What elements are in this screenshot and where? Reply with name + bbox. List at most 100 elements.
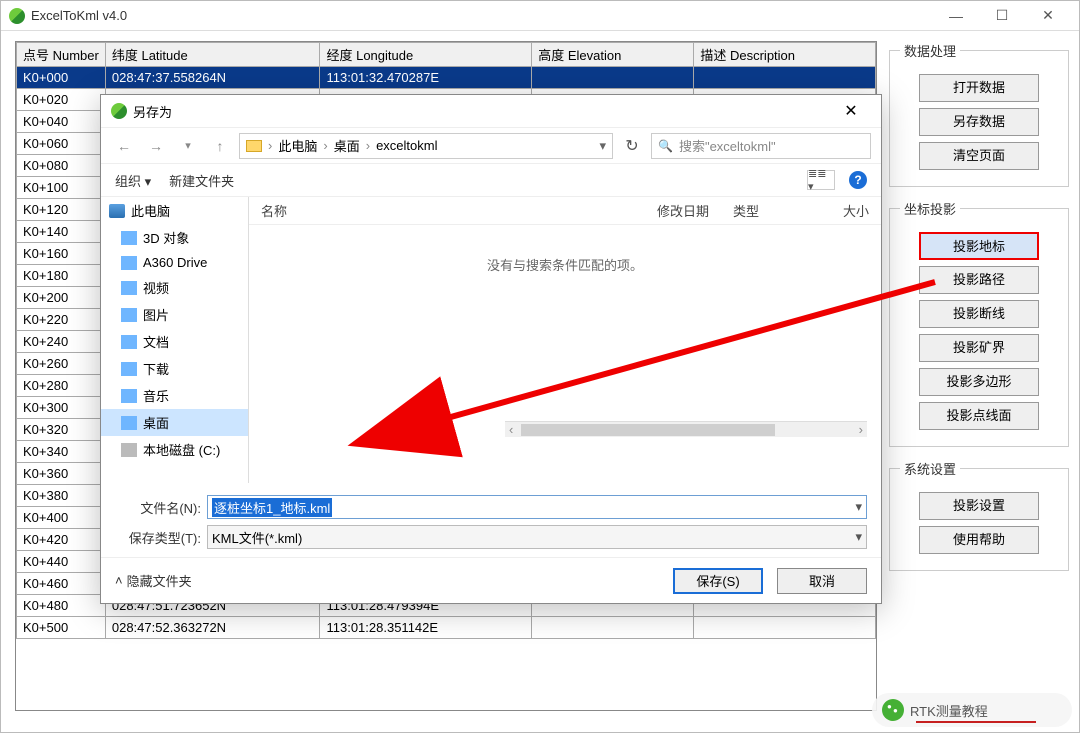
folder-icon	[246, 140, 262, 152]
col-number[interactable]: 点号 Number	[17, 43, 106, 67]
app-logo-icon	[9, 8, 25, 24]
col-longitude[interactable]: 经度 Longitude	[320, 43, 532, 67]
dialog-logo-icon	[111, 103, 127, 119]
chevron-down-icon[interactable]: ▾	[599, 138, 606, 154]
tree-item[interactable]: 图片	[101, 301, 248, 328]
organize-menu[interactable]: 组织 ▾	[115, 171, 151, 190]
nav-forward-button[interactable]: →	[143, 133, 169, 159]
col-latitude[interactable]: 纬度 Latitude	[105, 43, 320, 67]
tree-item[interactable]: 视频	[101, 274, 248, 301]
tree-item[interactable]: A360 Drive	[101, 251, 248, 274]
filename-label: 文件名(N):	[115, 498, 201, 517]
pc-icon	[109, 204, 125, 218]
dialog-nav: ← → ▾ ↑ › 此电脑 › 桌面 › exceltokml ▾ ↻ 🔍 搜索…	[101, 127, 881, 163]
col-description[interactable]: 描述 Description	[694, 43, 876, 67]
cancel-button[interactable]: 取消	[777, 568, 867, 594]
table-row[interactable]: K0+500028:47:52.363272N113:01:28.351142E	[17, 617, 876, 639]
open-data-button[interactable]: 打开数据	[919, 74, 1039, 102]
wechat-text: RTK测量教程	[910, 701, 988, 720]
window-maximize-button[interactable]: ☐	[979, 1, 1025, 31]
projection-settings-button[interactable]: 投影设置	[919, 492, 1039, 520]
filetype-select[interactable]: KML文件(*.kml) ▾	[207, 525, 867, 549]
underline-decoration	[916, 721, 1036, 723]
search-placeholder: 搜索"exceltokml"	[679, 136, 776, 155]
save-button[interactable]: 保存(S)	[673, 568, 763, 594]
hide-folders-toggle[interactable]: ˄ 隐藏文件夹	[115, 571, 192, 590]
view-mode-button[interactable]: ≣≣ ▾	[807, 170, 835, 190]
folder-tree[interactable]: 此电脑 3D 对象A360 Drive视频图片文档下载音乐桌面本地磁盘 (C:)	[101, 197, 249, 483]
folder-icon	[121, 335, 137, 349]
refresh-button[interactable]: ↻	[619, 133, 645, 159]
search-input[interactable]: 🔍 搜索"exceltokml"	[651, 133, 871, 159]
scroll-right-icon[interactable]: ›	[855, 422, 867, 437]
horizontal-scrollbar[interactable]: ‹›	[505, 421, 867, 437]
group-system: 系统设置 投影设置 使用帮助	[889, 459, 1069, 571]
dialog-titlebar: 另存为 ✕	[101, 95, 881, 127]
chevron-right-icon: ›	[323, 138, 327, 153]
folder-icon	[121, 362, 137, 376]
file-list-header: 名称 修改日期 类型 大小	[249, 197, 881, 225]
app-title: ExcelToKml v4.0	[31, 8, 933, 23]
dialog-fields: 文件名(N): 逐桩坐标1_地标.kml ▾ 保存类型(T): KML文件(*.…	[101, 483, 881, 557]
chevron-down-icon[interactable]: ▾	[855, 529, 862, 545]
project-multigeom-button[interactable]: 投影点线面	[919, 402, 1039, 430]
group-data-title: 数据处理	[900, 41, 960, 60]
scroll-thumb[interactable]	[521, 424, 774, 436]
tree-item[interactable]: 3D 对象	[101, 224, 248, 251]
search-icon: 🔍	[658, 139, 673, 153]
dialog-close-button[interactable]: ✕	[831, 96, 871, 126]
empty-message: 没有与搜索条件匹配的项。	[249, 255, 881, 274]
scroll-left-icon[interactable]: ‹	[505, 422, 517, 437]
tree-item[interactable]: 下载	[101, 355, 248, 382]
chevron-right-icon: ›	[268, 138, 272, 153]
save-data-button[interactable]: 另存数据	[919, 108, 1039, 136]
dialog-footer: ˄ 隐藏文件夹 保存(S) 取消	[101, 557, 881, 603]
dialog-help-button[interactable]: ?	[849, 171, 867, 189]
col-name[interactable]: 名称	[249, 201, 645, 220]
file-list[interactable]: 名称 修改日期 类型 大小 没有与搜索条件匹配的项。 ‹›	[249, 197, 881, 483]
window-close-button[interactable]: ✕	[1025, 1, 1071, 31]
folder-icon	[121, 389, 137, 403]
chevron-down-icon[interactable]: ▾	[855, 499, 862, 515]
chevron-right-icon: ›	[366, 138, 370, 153]
folder-icon	[121, 256, 137, 270]
nav-back-button[interactable]: ←	[111, 133, 137, 159]
filename-input[interactable]: 逐桩坐标1_地标.kml ▾	[207, 495, 867, 519]
tree-item[interactable]: 文档	[101, 328, 248, 355]
project-path-button[interactable]: 投影路径	[919, 266, 1039, 294]
folder-icon	[121, 231, 137, 245]
project-placemark-button[interactable]: 投影地标	[919, 232, 1039, 260]
breadcrumb[interactable]: › 此电脑 › 桌面 › exceltokml ▾	[239, 133, 613, 159]
tree-item[interactable]: 桌面	[101, 409, 248, 436]
project-breakline-button[interactable]: 投影断线	[919, 300, 1039, 328]
crumb-thispc[interactable]: 此电脑	[278, 136, 317, 155]
table-row[interactable]: K0+000028:47:37.558264N113:01:32.470287E	[17, 67, 876, 89]
group-projection-title: 坐标投影	[900, 199, 960, 218]
folder-icon	[121, 443, 137, 457]
dialog-title: 另存为	[133, 102, 831, 121]
col-size[interactable]: 大小	[831, 201, 881, 220]
save-as-dialog: 另存为 ✕ ← → ▾ ↑ › 此电脑 › 桌面 › exceltokml ▾ …	[100, 94, 882, 604]
new-folder-button[interactable]: 新建文件夹	[169, 171, 234, 190]
col-type[interactable]: 类型	[721, 201, 831, 220]
crumb-desktop[interactable]: 桌面	[334, 136, 360, 155]
tree-item[interactable]: 音乐	[101, 382, 248, 409]
tree-this-pc[interactable]: 此电脑	[101, 197, 248, 224]
project-polygon-button[interactable]: 投影多边形	[919, 368, 1039, 396]
nav-history-dropdown[interactable]: ▾	[175, 133, 201, 159]
folder-icon	[121, 308, 137, 322]
clear-page-button[interactable]: 清空页面	[919, 142, 1039, 170]
crumb-folder[interactable]: exceltokml	[376, 138, 437, 153]
project-boundary-button[interactable]: 投影矿界	[919, 334, 1039, 362]
col-elevation[interactable]: 高度 Elevation	[532, 43, 694, 67]
window-minimize-button[interactable]: —	[933, 1, 979, 31]
chevron-up-icon: ˄	[115, 573, 123, 588]
folder-icon	[121, 281, 137, 295]
wechat-badge: RTK测量教程	[872, 693, 1072, 727]
col-modified[interactable]: 修改日期	[645, 201, 721, 220]
table-header-row: 点号 Number 纬度 Latitude 经度 Longitude 高度 El…	[17, 43, 876, 67]
titlebar: ExcelToKml v4.0 — ☐ ✕	[1, 1, 1079, 31]
help-button[interactable]: 使用帮助	[919, 526, 1039, 554]
nav-up-button[interactable]: ↑	[207, 133, 233, 159]
tree-item[interactable]: 本地磁盘 (C:)	[101, 436, 248, 463]
